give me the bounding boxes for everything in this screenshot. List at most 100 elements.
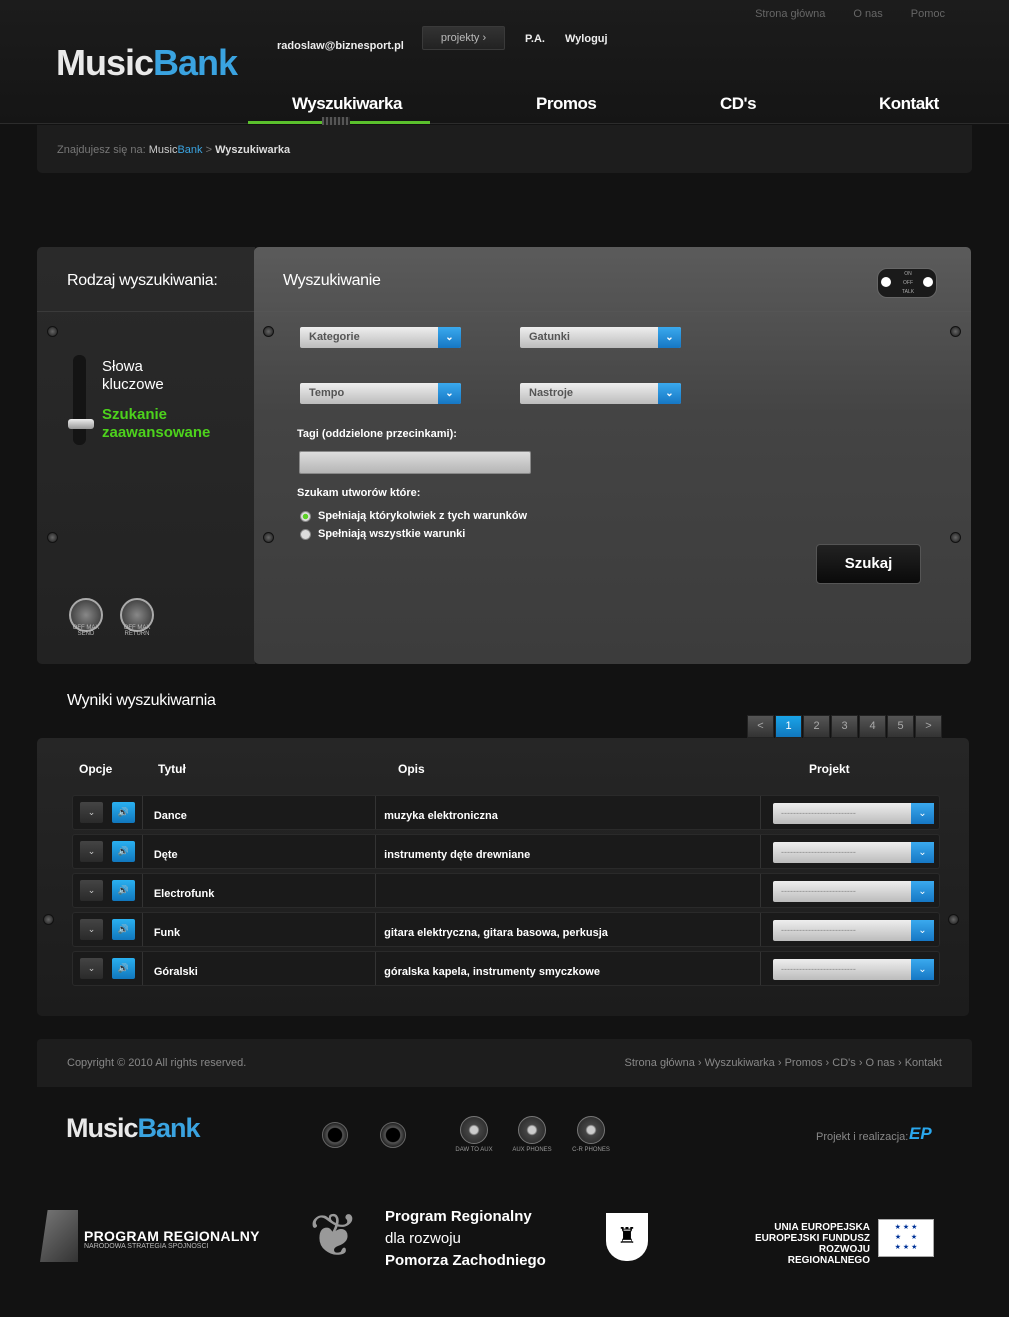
speaker-icon[interactable]: 🔊 [112,919,135,940]
project-select[interactable]: ------------------------- ⌄ [773,959,934,980]
footer-link[interactable]: O nas [866,1057,895,1069]
top-link-about[interactable]: O nas [853,8,882,20]
projects-button[interactable]: projekty › [422,26,505,50]
page-button[interactable]: 2 [803,715,830,738]
search-type-title: Rodzaj wyszukiwania: [67,272,218,289]
project-select[interactable]: ------------------------- ⌄ [773,881,934,902]
row-title: Góralski [143,952,377,985]
eu-fund-text: UNIA EUROPEJSKA EUROPEJSKI FUNDUSZ ROZWO… [754,1222,870,1266]
row-description: instrumenty dęte drewniane [376,835,761,868]
logo[interactable]: MusicBank [56,42,238,84]
table-row: ⌄ 🔊 Electrofunk -------------------------… [72,873,940,908]
nav-promos[interactable]: Promos [536,94,597,114]
screw-icon [950,532,961,543]
chevron-down-icon: ⌄ [658,327,681,348]
footer-link[interactable]: Wyszukiwarka [705,1057,775,1069]
screw-icon [43,914,54,925]
search-type-slider[interactable] [73,355,86,445]
slider-handle[interactable] [68,419,94,429]
expand-icon[interactable]: ⌄ [80,802,103,823]
chevron-down-icon: ⌄ [911,959,934,980]
page-button[interactable]: 4 [859,715,886,738]
leaf-logo-icon: ❦ [308,1202,360,1269]
copyright: Copyright © 2010 All rights reserved. [67,1057,247,1069]
row-description: góralska kapela, instrumenty smyczkowe [376,952,761,985]
breadcrumb-current: Wyszukiwarka [215,144,291,156]
row-title: Dęte [143,835,377,868]
eu-flag-icon: ★ ★ ★ ★ ★ ★ ★ ★ [878,1219,934,1257]
page-next-button[interactable]: > [915,715,942,738]
radio-any-label[interactable]: Spełniają którykolwiek z tych warunków [318,510,527,522]
send-knob-label: OFF MAX SEND [72,625,100,637]
footer-link[interactable]: Promos [785,1057,823,1069]
breadcrumb: Znajdujesz się na: MusicBank > Wyszukiwa… [37,125,972,173]
table-row: ⌄ 🔊 Dance muzyka elektroniczna ----------… [72,795,940,830]
toggle-switch-icon[interactable]: ON OFF TALK [877,268,937,298]
radio-all-label[interactable]: Spełniają wszystkie warunki [318,528,465,540]
expand-icon[interactable]: ⌄ [80,919,103,940]
knob-label: C-R PHONES [572,1147,610,1153]
chevron-down-icon: ⌄ [911,803,934,824]
tempo-select[interactable]: Tempo ⌄ [300,383,461,404]
chevron-down-icon: ⌄ [438,383,461,404]
option-keywords[interactable]: Słowa kluczowe [102,358,182,394]
tags-label: Tagi (oddzielone przecinkami): [297,428,457,440]
mood-select[interactable]: Nastroje ⌄ [520,383,681,404]
nav-cds[interactable]: CD's [720,94,757,114]
knob-icon [577,1116,605,1144]
speaker-icon[interactable]: 🔊 [112,802,135,823]
divider [37,311,255,312]
page-prev-button[interactable]: < [747,715,774,738]
top-links: Strona główna O nas Pomoc [755,8,945,20]
logout-link[interactable]: Wyloguj [565,33,608,45]
chevron-down-icon: ⌄ [658,383,681,404]
option-advanced[interactable]: Szukanie zaawansowane [102,406,222,442]
program-regional-subtitle: NARODOWA STRATEGIA SPÓJNOŚCI [84,1243,209,1250]
condition-label: Szukam utworów które: [297,487,421,499]
radio-any[interactable] [300,511,311,522]
screw-icon [948,914,959,925]
speaker-icon[interactable]: 🔊 [112,841,135,862]
footer-link[interactable]: Strona główna [624,1057,694,1069]
audio-jack-icon [380,1122,406,1148]
tags-input[interactable] [299,451,531,474]
knob-icon [518,1116,546,1144]
page-button[interactable]: 1 [775,715,802,738]
pa-link[interactable]: P.A. [525,33,545,45]
breadcrumb-home[interactable]: MusicBank [149,144,203,156]
chevron-down-icon: ⌄ [438,327,461,348]
audio-jack-icon [322,1122,348,1148]
speaker-icon[interactable]: 🔊 [112,880,135,901]
top-link-home[interactable]: Strona główna [755,8,825,20]
footer-logo[interactable]: MusicBank [66,1113,201,1144]
project-select[interactable]: ------------------------- ⌄ [773,920,934,941]
page-button[interactable]: 3 [831,715,858,738]
speaker-icon[interactable]: 🔊 [112,958,135,979]
chevron-down-icon: ⌄ [911,920,934,941]
table-row: ⌄ 🔊 Funk gitara elektryczna, gitara basow… [72,912,940,947]
chevron-down-icon: ⌄ [911,842,934,863]
griffin-crest-icon: ♜ [606,1213,648,1261]
category-select[interactable]: Kategorie ⌄ [300,327,461,348]
row-description [376,874,761,907]
search-button[interactable]: Szukaj [816,544,921,584]
footer-link[interactable]: CD's [832,1057,856,1069]
expand-icon[interactable]: ⌄ [80,958,103,979]
top-link-help[interactable]: Pomoc [911,8,945,20]
page-button[interactable]: 5 [887,715,914,738]
footer-link[interactable]: Kontakt [905,1057,942,1069]
nav-contact[interactable]: Kontakt [879,94,939,114]
column-header-description: Opis [398,762,425,776]
ep-logo[interactable]: EP [909,1124,932,1144]
row-description: muzyka elektroniczna [376,796,761,829]
column-header-options: Opcje [79,762,113,776]
screw-icon [47,532,58,543]
nav-search[interactable]: Wyszukiwarka [292,94,402,114]
project-select[interactable]: ------------------------- ⌄ [773,842,934,863]
project-select[interactable]: ------------------------- ⌄ [773,803,934,824]
genre-select[interactable]: Gatunki ⌄ [520,327,681,348]
expand-icon[interactable]: ⌄ [80,880,103,901]
return-knob-label: OFF MAX RETURN [123,625,151,637]
expand-icon[interactable]: ⌄ [80,841,103,862]
radio-all[interactable] [300,529,311,540]
